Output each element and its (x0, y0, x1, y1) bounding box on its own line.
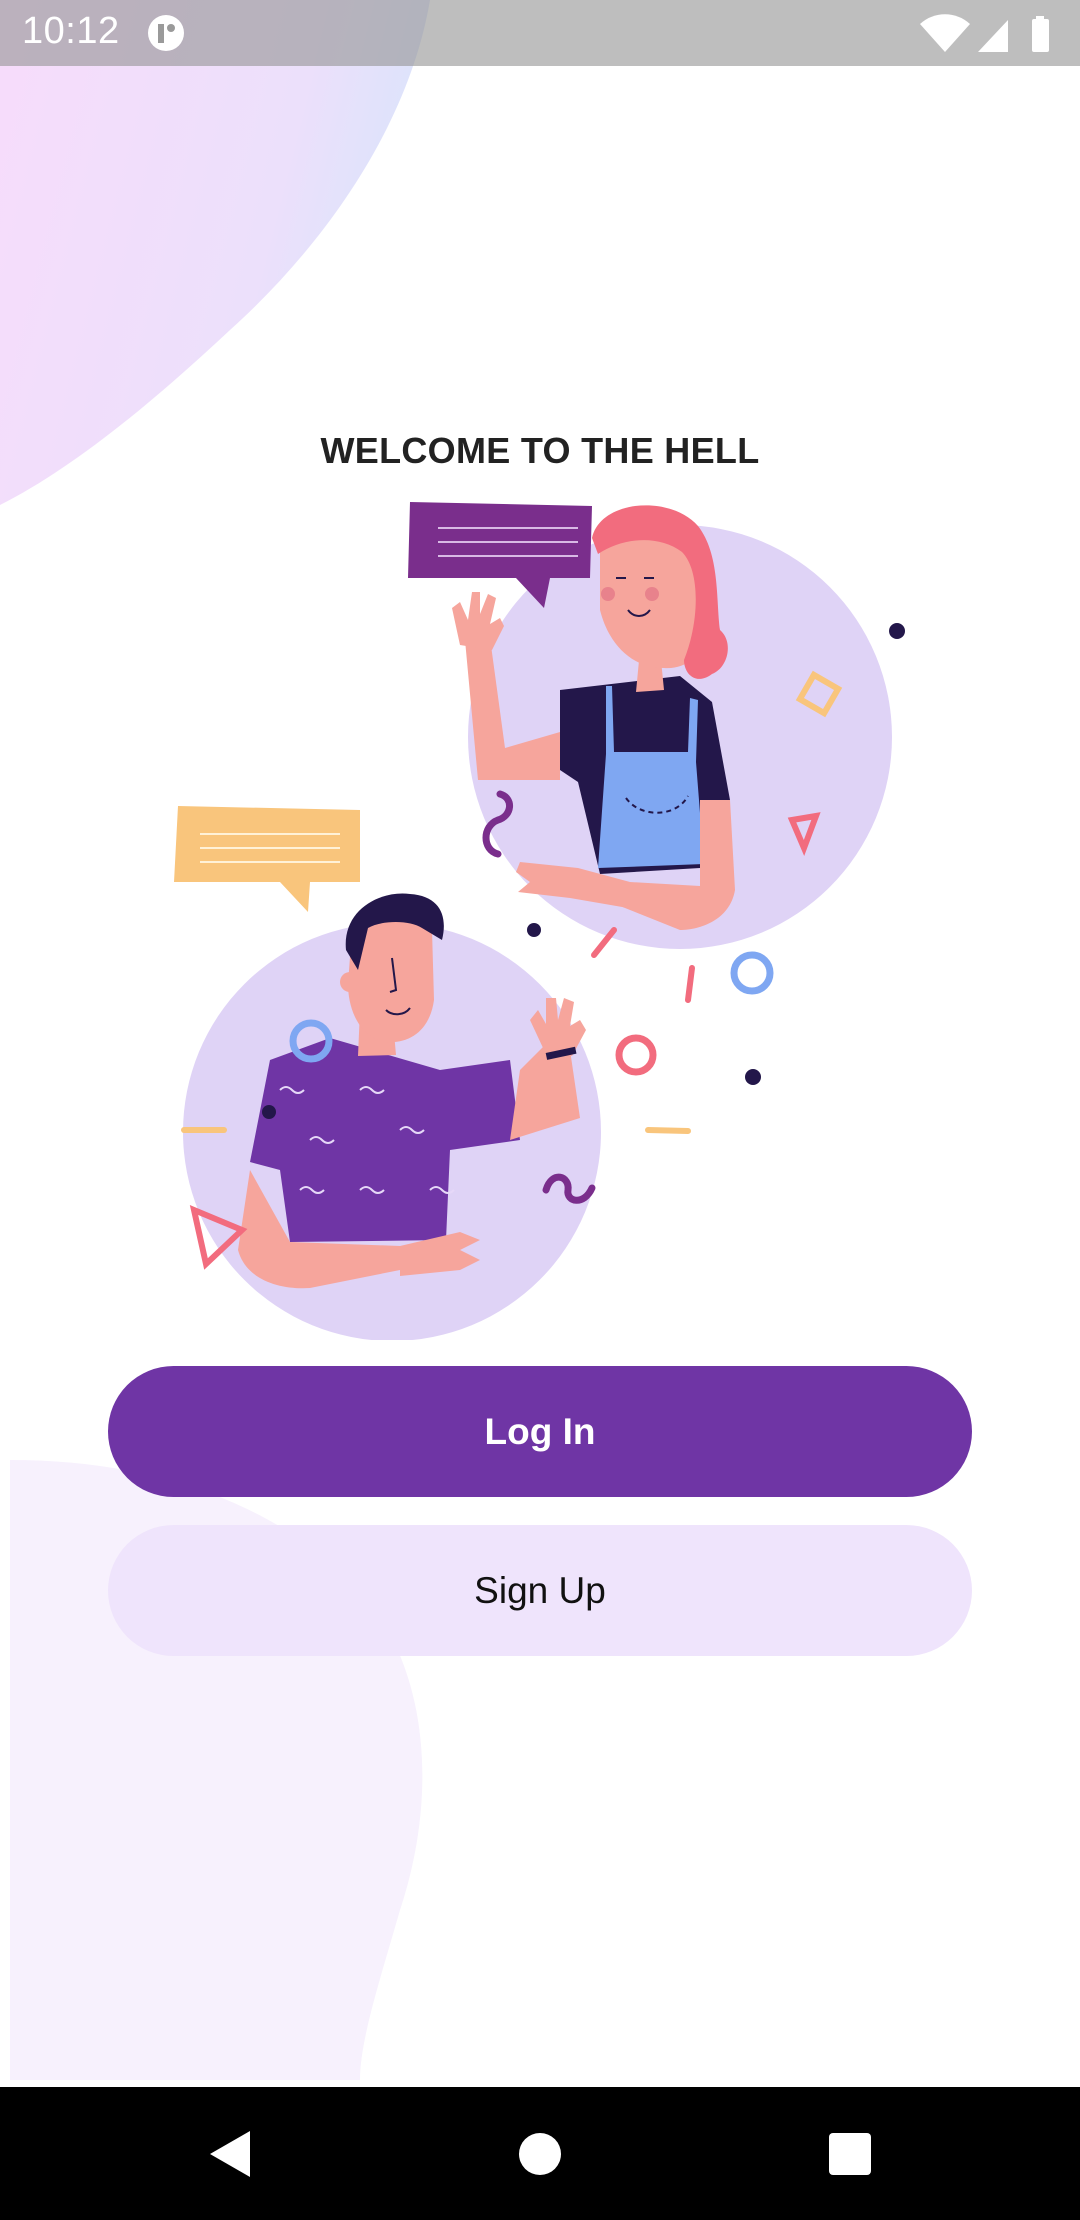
signup-button[interactable]: Sign Up (108, 1525, 972, 1656)
welcome-screen: 10:12 WELCOME TO THE HELL Log In Sign Up (0, 0, 1080, 2220)
status-icons-group (920, 14, 1049, 52)
home-icon[interactable] (503, 2117, 577, 2191)
welcome-title: WELCOME TO THE HELL (320, 430, 760, 471)
wifi-icon (920, 14, 970, 52)
cellular-signal-icon (978, 20, 1008, 52)
two-people-chatting-illustration (174, 502, 905, 1340)
battery-icon (1032, 16, 1049, 52)
status-time: 10:12 (22, 10, 120, 52)
back-icon[interactable] (198, 2117, 272, 2191)
navigation-bar (0, 2087, 1080, 2220)
login-button[interactable]: Log In (108, 1366, 972, 1497)
recents-icon[interactable] (813, 2117, 887, 2191)
app-notification-icon (148, 15, 184, 51)
status-bar: 10:12 (0, 0, 1080, 66)
speech-bubble-yellow (174, 806, 360, 912)
